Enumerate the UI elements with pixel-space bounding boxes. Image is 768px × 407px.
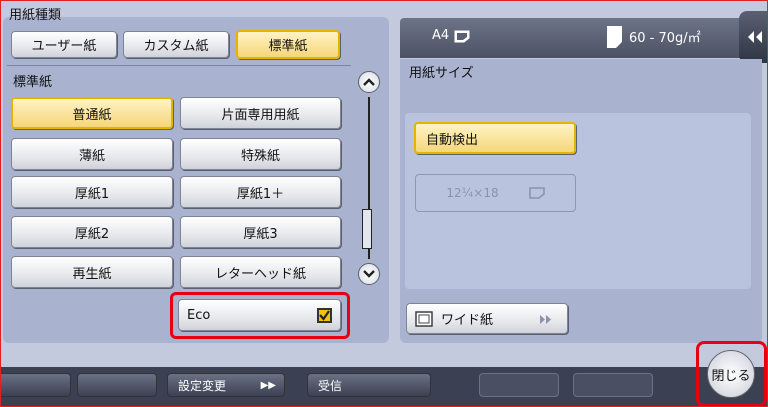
- option-thick-1-plus[interactable]: 厚紙1＋: [180, 176, 341, 208]
- tab-user-paper[interactable]: ユーザー紙: [11, 31, 117, 58]
- double-chevron-right-icon: ▶▶: [260, 379, 276, 391]
- paper-size-indicator: A4: [432, 28, 450, 43]
- tab-custom-paper[interactable]: カスタム紙: [123, 31, 229, 58]
- paper-list-label: 標準紙: [13, 75, 53, 90]
- wide-paper-button[interactable]: ワイド紙: [406, 303, 568, 334]
- scroll-up-button[interactable]: [358, 71, 380, 93]
- option-thick-3[interactable]: 厚紙3: [180, 216, 341, 248]
- option-plain-paper[interactable]: 普通紙: [11, 97, 173, 129]
- chevron-down-icon: [363, 270, 375, 278]
- checkbox-checked-icon: [317, 307, 332, 323]
- settings-change-button[interactable]: 設定変更 ▶▶: [167, 373, 285, 397]
- close-label: 閉じる: [711, 368, 751, 384]
- paper-landscape-icon: [454, 30, 470, 43]
- option-thick-2[interactable]: 厚紙2: [11, 216, 173, 248]
- close-button[interactable]: 閉じる: [707, 350, 755, 398]
- chevron-up-icon: [363, 78, 375, 86]
- tab-standard-paper[interactable]: 標準紙: [236, 30, 340, 59]
- option-special-paper[interactable]: 特殊紙: [180, 138, 341, 170]
- paper-weight-icon: [607, 26, 622, 48]
- auto-detect-button[interactable]: 自動検出: [414, 122, 576, 154]
- paper-weight-value: 60 - 70g/㎡: [629, 31, 701, 46]
- option-single-side-paper[interactable]: 片面専用用紙: [180, 97, 341, 129]
- bottom-button-disabled-2: [573, 373, 653, 397]
- scroll-thumb[interactable]: [362, 209, 372, 249]
- wide-paper-icon: [415, 310, 433, 327]
- double-chevron-left-icon: [748, 31, 762, 43]
- paper-settings-screen: 用紙種類 ユーザー紙 カスタム紙 標準紙 標準紙 普通紙 片面専用用紙 薄紙 特…: [0, 0, 768, 407]
- paper-size-title: 用紙サイズ: [409, 66, 474, 81]
- custom-size-button: 12¼×18: [415, 174, 576, 212]
- bottom-button-1[interactable]: [1, 373, 71, 397]
- option-thick-1[interactable]: 厚紙1: [11, 176, 173, 208]
- option-thin-paper[interactable]: 薄紙: [11, 138, 173, 170]
- eco-toggle-button[interactable]: Eco: [178, 299, 341, 331]
- paper-landscape-outline-icon: [528, 187, 545, 199]
- custom-size-label: 12¼×18: [446, 186, 499, 200]
- settings-change-label: 設定変更: [178, 378, 227, 393]
- paper-list-divider: [7, 65, 351, 66]
- double-chevron-right-icon: [540, 315, 551, 324]
- collapse-panel-tab[interactable]: [739, 11, 767, 63]
- wide-paper-label: ワイド紙: [441, 313, 494, 328]
- scroll-down-button[interactable]: [358, 263, 380, 285]
- bottom-button-2[interactable]: [77, 373, 157, 397]
- eco-label: Eco: [187, 307, 211, 323]
- option-letterhead-paper[interactable]: レターヘッド紙: [180, 256, 341, 288]
- bottom-button-disabled-1: [479, 373, 559, 397]
- receive-button[interactable]: 受信: [307, 373, 431, 397]
- paper-type-title: 用紙種類: [9, 8, 62, 23]
- receive-label: 受信: [318, 378, 343, 393]
- option-recycled-paper[interactable]: 再生紙: [11, 256, 173, 288]
